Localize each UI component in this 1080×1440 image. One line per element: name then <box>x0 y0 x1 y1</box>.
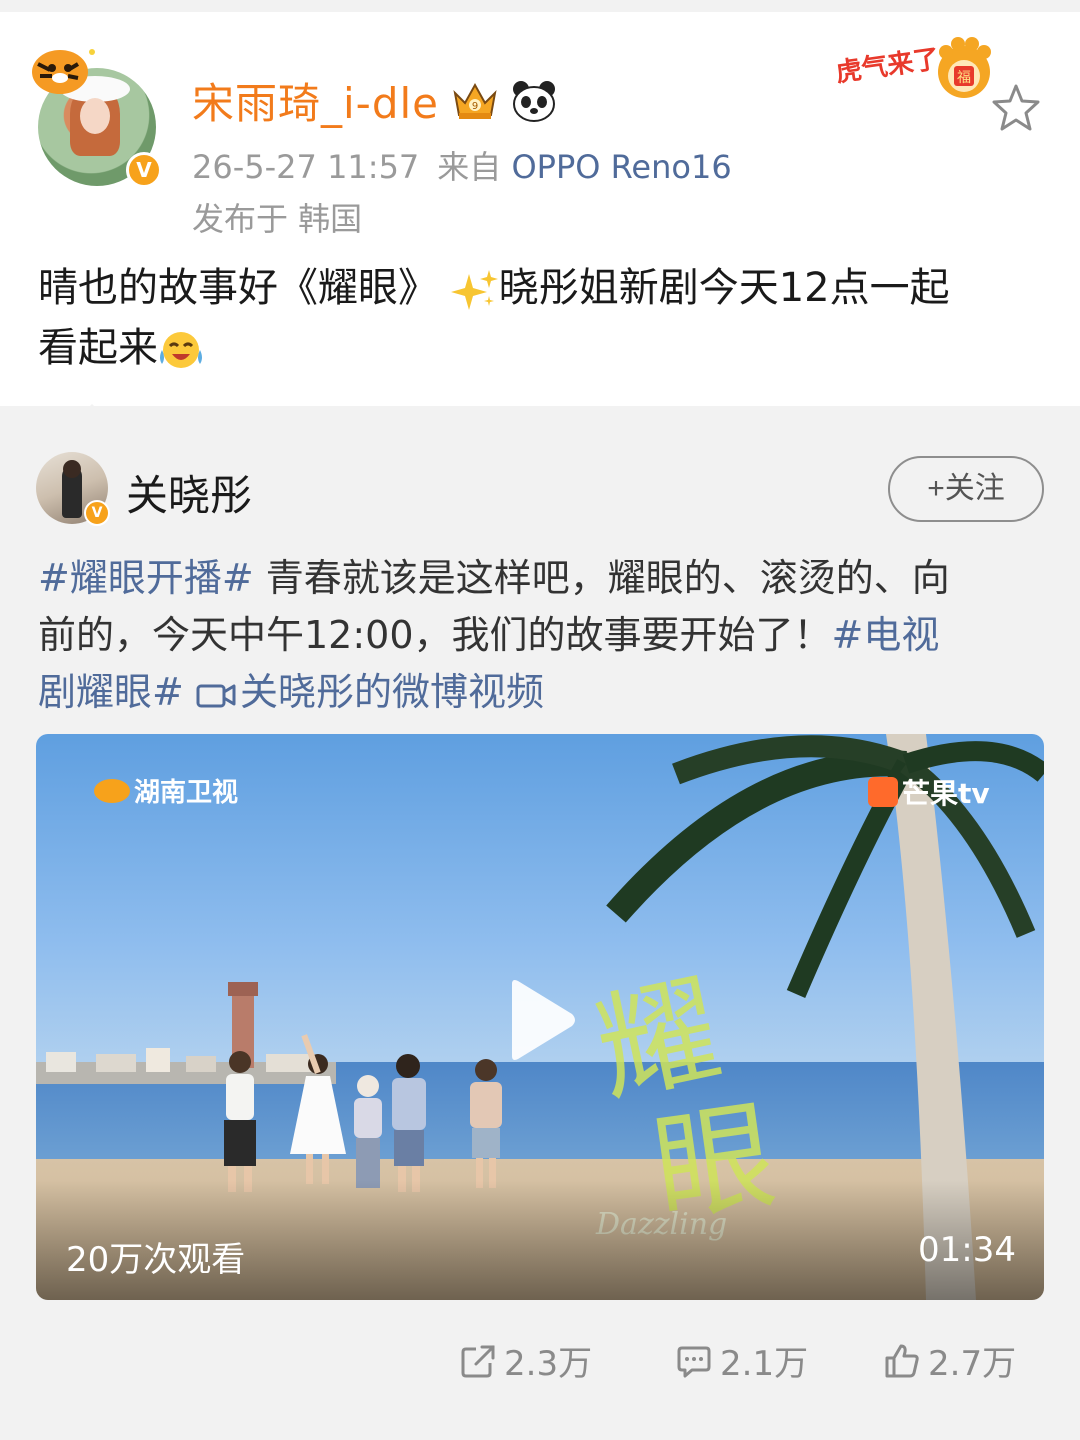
video-duration: 01:34 <box>918 1230 1016 1270</box>
thumbs-up-icon <box>885 1344 919 1377</box>
hashtag-link-2b[interactable]: 剧耀眼# <box>38 670 184 714</box>
post-timestamp: 26-5-27 11:57 <box>192 148 420 186</box>
repost-count: 2.3万 <box>504 1344 593 1384</box>
post-text-line1: 晴也的故事好《耀眼》 <box>38 265 438 311</box>
svg-text:9: 9 <box>472 101 478 112</box>
sparkles-icon <box>450 270 498 310</box>
repost-icon <box>461 1345 495 1377</box>
mango-tv-logo: 芒果tv <box>868 772 990 812</box>
video-link-label: 关晓彤的微博视频 <box>239 670 544 714</box>
like-count: 2.7万 <box>928 1344 1017 1384</box>
video-link[interactable]: 关晓彤的微博视频 <box>196 670 544 714</box>
source-device-link[interactable]: OPPO Reno16 <box>511 148 731 186</box>
post-text-line2: 看起来 <box>38 325 158 371</box>
tiger-year-badge-icon[interactable]: 虎气来了 福 <box>836 30 996 100</box>
hashtag-link[interactable]: #耀眼开播# <box>38 556 254 600</box>
author-avatar-wrap[interactable]: V <box>28 42 162 192</box>
action-bar: 2.3万 2.1万 2.7万 <box>0 1336 1080 1392</box>
repost-text-b: 前的，今天中午12:00，我们的故事要开始了！ <box>38 613 832 657</box>
verified-badge: V <box>126 152 162 188</box>
favorite-star-icon[interactable] <box>990 82 1042 134</box>
tiger-frame-icon <box>32 49 95 94</box>
comment-button[interactable]: 2.1万 <box>676 1336 808 1385</box>
post-text-line1b: 晓彤姐新剧今天12点一起 <box>498 265 950 311</box>
hunan-tv-logo: 湖南卫视 <box>94 772 238 809</box>
post-meta: 26-5-27 11:57 来自 OPPO Reno16 <box>192 142 732 188</box>
vip-crown-icon[interactable]: 9 <box>451 79 499 123</box>
mango-tv-mark-icon <box>868 777 898 807</box>
weibo-post-page: V 宋雨琦_i-dle 9 26-5-27 11:57 来自 OPPO Reno1… <box>0 0 1080 1440</box>
like-button[interactable]: 2.7万 <box>884 1336 1016 1385</box>
hashtag-link-2a[interactable]: #电视 <box>832 613 940 657</box>
panda-icon[interactable] <box>511 79 557 123</box>
repost-author-name[interactable]: 关晓彤 <box>126 462 252 523</box>
badge-text: 虎气来了 <box>836 43 941 88</box>
svg-text:福: 福 <box>957 70 971 86</box>
laughing-crying-icon <box>160 332 202 368</box>
post-location: 发布于 韩国 <box>192 200 363 238</box>
hunan-tv-mark-icon <box>94 778 130 803</box>
play-icon[interactable] <box>506 978 578 1062</box>
repost-notch <box>70 404 114 426</box>
video-player[interactable]: 耀 眼 Dazzling 湖南卫视 芒果tv 20万次观看 01:34 <box>36 734 1044 1300</box>
video-camera-icon <box>196 684 236 707</box>
repost-body: #耀眼开播# 青春就该是这样吧，耀眼的、滚烫的、向 前的，今天中午12:00，我… <box>38 550 1048 721</box>
repost-verified-badge: V <box>84 500 110 526</box>
repost-button[interactable]: 2.3万 <box>460 1336 592 1385</box>
video-view-count: 20万次观看 <box>66 1240 246 1280</box>
username-row: 宋雨琦_i-dle 9 <box>192 70 557 131</box>
author-username[interactable]: 宋雨琦_i-dle <box>192 70 439 131</box>
follow-button[interactable]: +关注 <box>888 456 1044 522</box>
original-post: V 宋雨琦_i-dle 9 26-5-27 11:57 来自 OPPO Reno1… <box>0 12 1080 406</box>
post-body: 晴也的故事好《耀眼》 晓彤姐新剧今天12点一起 看起来 <box>38 258 1048 378</box>
source-prefix: 来自 <box>437 148 502 186</box>
comment-count: 2.1万 <box>720 1344 809 1384</box>
comment-icon <box>677 1346 711 1377</box>
repost-text-a: 青春就该是这样吧，耀眼的、滚烫的、向 <box>253 556 950 600</box>
